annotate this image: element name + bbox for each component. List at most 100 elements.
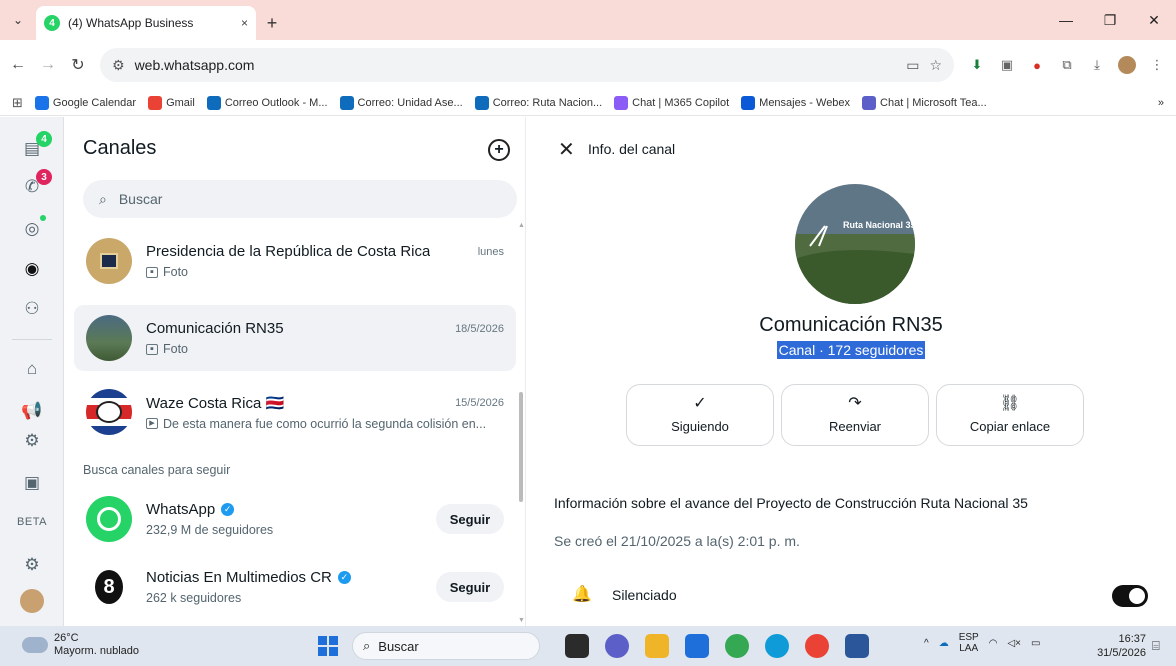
bookmark-item[interactable]: Correo Outlook - M... xyxy=(206,95,328,110)
profile-avatar[interactable] xyxy=(20,589,44,613)
channel-row[interactable]: Waze Costa Rica 🇨🇷 15/5/2026 ▸ De esta man… xyxy=(74,379,516,445)
waze-icon xyxy=(96,401,122,423)
channel-created: Se creó el 21/10/2025 a la(s) 2:01 p. m. xyxy=(554,533,800,549)
weather-temp: 26°C xyxy=(54,632,79,644)
bookmarks-overflow-icon[interactable]: » xyxy=(1158,97,1164,109)
windows-start-icon[interactable] xyxy=(318,636,338,656)
search-icon: ⌕ xyxy=(363,638,371,653)
verified-icon: ✓ xyxy=(221,503,235,516)
task-view-icon[interactable] xyxy=(565,634,589,658)
minimize-icon[interactable]: — xyxy=(1044,0,1088,40)
channel-row-selected[interactable]: Comunicación RN35 18/5/2026 ▪ Foto xyxy=(74,305,516,371)
teams-icon[interactable] xyxy=(605,634,629,658)
photo-icon: ▪ xyxy=(146,266,158,278)
clock-date: 31/5/2026 xyxy=(1097,647,1146,659)
forward-button[interactable]: ↷ Reenviar xyxy=(781,384,929,446)
channels-icon[interactable]: ◉ xyxy=(20,257,44,281)
tab-close-icon[interactable]: × xyxy=(241,16,248,30)
site-info-icon[interactable]: ⚙ xyxy=(112,57,125,74)
tools-icon[interactable]: ⚙ xyxy=(20,429,44,453)
chrome-profile-icon[interactable] xyxy=(805,634,829,658)
restore-icon[interactable]: ❐ xyxy=(1088,0,1132,40)
status-icon[interactable]: ◎ xyxy=(20,215,46,241)
apps-grid-icon[interactable]: ⊞ xyxy=(12,95,23,111)
channel-row[interactable]: Presidencia de la República de Costa Ric… xyxy=(74,228,516,294)
forward-icon[interactable]: → xyxy=(40,56,56,74)
scroll-up-icon[interactable]: ▲ xyxy=(518,222,525,229)
browser-tab[interactable]: 4 (4) WhatsApp Business × xyxy=(36,6,256,40)
suggested-channel[interactable]: 8 Noticias En Multimedios CR ✓ 262 k segu… xyxy=(74,557,516,617)
wifi-icon[interactable]: ◠ xyxy=(989,638,998,649)
add-channel-icon[interactable]: + xyxy=(488,139,510,161)
new-tab-button[interactable]: + xyxy=(256,6,288,40)
muted-label: Silenciado xyxy=(612,587,677,603)
bookmark-item[interactable]: Mensajes - Webex xyxy=(741,95,851,110)
settings-icon[interactable]: ⚙ xyxy=(20,553,44,577)
bookmark-item[interactable]: Google Calendar xyxy=(34,95,137,110)
channel-date: 15/5/2026 xyxy=(455,396,504,409)
calls-icon[interactable]: ✆ 3 xyxy=(20,169,52,199)
battery-icon[interactable]: ▭ xyxy=(1031,638,1040,649)
weather-widget[interactable]: 26°C Mayorm. nublado xyxy=(22,632,139,658)
whatsapp-logo-icon xyxy=(86,496,132,542)
bookmark-favicon-icon xyxy=(741,95,756,110)
close-icon[interactable]: ✕ xyxy=(558,137,575,162)
language-indicator[interactable]: ESP LAA xyxy=(959,632,979,654)
extension-icon[interactable]: ● xyxy=(1028,56,1046,74)
bookmark-item[interactable]: Chat | Microsoft Tea... xyxy=(862,95,987,110)
bookmark-star-icon[interactable]: ☆ xyxy=(929,57,942,74)
bookmark-item[interactable]: Chat | M365 Copilot xyxy=(614,95,730,110)
bookmark-item[interactable]: Correo: Ruta Nacion... xyxy=(474,95,602,110)
suggested-channel[interactable]: WhatsApp ✓ 232,9 M de seguidores Seguir xyxy=(74,489,516,549)
menu-icon[interactable]: ⋮ xyxy=(1148,56,1166,74)
bookmark-label: Google Calendar xyxy=(52,96,137,109)
tab-search-icon[interactable]: ⌄ xyxy=(0,0,36,40)
following-button[interactable]: ✓ Siguiendo xyxy=(626,384,774,446)
panel-title: Canales xyxy=(83,137,157,159)
channel-avatar xyxy=(86,389,132,435)
follow-button[interactable]: Seguir xyxy=(436,572,504,602)
file-explorer-icon[interactable] xyxy=(645,634,669,658)
mute-toggle[interactable] xyxy=(1112,585,1148,607)
copy-link-button[interactable]: ⛓ Copiar enlace xyxy=(936,384,1084,446)
channel-avatar xyxy=(86,315,132,361)
word-icon[interactable] xyxy=(845,634,869,658)
communities-icon[interactable]: ⚇ xyxy=(20,297,44,321)
close-window-icon[interactable]: ✕ xyxy=(1132,0,1176,40)
scroll-down-icon[interactable]: ▼ xyxy=(518,617,525,624)
download-ext-icon[interactable]: ⬇ xyxy=(968,56,986,74)
bookmark-label: Mensajes - Webex xyxy=(759,96,851,109)
cast-icon[interactable]: ▭ xyxy=(906,57,919,74)
megaphone-icon[interactable]: 📢 xyxy=(20,399,44,423)
search-input[interactable]: ⌕ Buscar xyxy=(83,180,517,218)
taskbar-search[interactable]: ⌕ Buscar xyxy=(352,632,540,660)
catalog-icon[interactable]: ⌂ xyxy=(20,357,44,381)
chrome-icon[interactable] xyxy=(725,634,749,658)
channel-avatar-large[interactable]: Ruta Nacional 35 xyxy=(795,184,915,304)
bookmark-item[interactable]: Correo: Unidad Ase... xyxy=(339,95,463,110)
onedrive-icon[interactable]: ☁ xyxy=(939,638,949,649)
bookmark-favicon-icon xyxy=(339,95,354,110)
follow-button[interactable]: Seguir xyxy=(436,504,504,534)
suggest-name: Noticias En Multimedios CR xyxy=(146,569,332,586)
clock[interactable]: 16:37 31/5/2026 xyxy=(1092,632,1146,660)
reload-icon[interactable]: ↻ xyxy=(70,55,86,75)
store-icon[interactable] xyxy=(685,634,709,658)
back-icon[interactable]: ← xyxy=(10,56,26,74)
profile-avatar[interactable] xyxy=(1118,56,1136,74)
downloads-icon[interactable]: ⤓ xyxy=(1088,56,1106,74)
notifications-icon[interactable]: ⌸ xyxy=(1152,638,1160,654)
bookmark-label: Chat | M365 Copilot xyxy=(632,96,730,109)
puzzle-icon[interactable]: ⧉ xyxy=(1058,56,1076,74)
bookmarks-bar: ⊞ Google Calendar Gmail Correo Outlook - M… xyxy=(0,90,1176,116)
edge-icon[interactable] xyxy=(765,634,789,658)
list-scrollbar[interactable] xyxy=(519,392,523,502)
media-icon[interactable]: ▣ xyxy=(20,471,44,495)
volume-icon[interactable]: ◁× xyxy=(1007,638,1021,649)
bookmark-item[interactable]: Gmail xyxy=(148,95,195,110)
bookmark-favicon-icon xyxy=(148,95,163,110)
address-bar[interactable]: ⚙ web.whatsapp.com ▭ ☆ xyxy=(100,48,954,82)
chats-icon[interactable]: ▤ 4 xyxy=(20,131,52,161)
extension-icon[interactable]: ▣ xyxy=(998,56,1016,74)
tray-chevron-icon[interactable]: ^ xyxy=(924,638,929,649)
